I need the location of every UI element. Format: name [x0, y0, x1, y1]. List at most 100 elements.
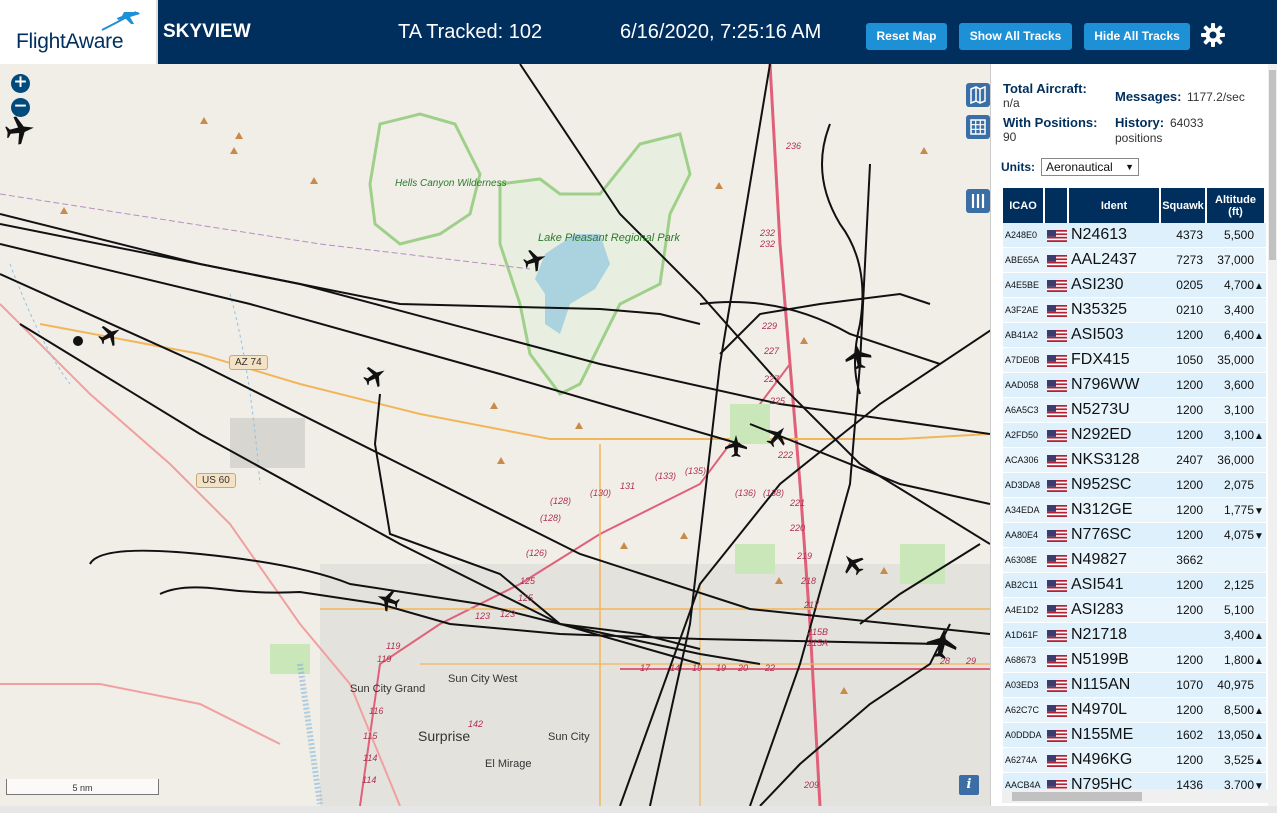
altitude-cell: 37,000 — [1207, 248, 1266, 273]
units-select[interactable]: Aeronautical ▼ — [1041, 158, 1139, 176]
reset-map-button[interactable]: Reset Map — [866, 23, 947, 50]
altitude-cell: 36,000 — [1207, 448, 1266, 473]
gear-icon[interactable] — [1200, 22, 1226, 48]
total-aircraft-label: Total Aircraft: — [1003, 81, 1087, 96]
messages-value: 1177.2/sec — [1187, 90, 1245, 104]
altitude-value: 4,700 — [1223, 278, 1254, 292]
with-positions-label: With Positions: — [1003, 115, 1098, 130]
aircraft-icon[interactable] — [94, 319, 126, 351]
info-button[interactable]: i — [959, 775, 979, 795]
table-row[interactable]: ABE65A AAL2437 7273 37,000 — [1003, 248, 1266, 273]
table-row[interactable]: A4E1D2 ASI283 1200 5,100 — [1003, 598, 1266, 623]
ident-cell: ASI283 — [1069, 598, 1161, 623]
altitude-cell: 5,500 — [1207, 223, 1266, 248]
show-all-tracks-button[interactable]: Show All Tracks — [959, 23, 1072, 50]
aircraft-table-container[interactable]: ICAO Ident Squawk Altitude (ft) A248E0 N2… — [1003, 188, 1266, 793]
aircraft-icon[interactable] — [725, 435, 747, 457]
altitude-trend-icon: ▲ — [1254, 431, 1264, 442]
aircraft-icon[interactable] — [837, 548, 869, 580]
flag-cell — [1045, 248, 1069, 273]
altitude-trend-icon: ▲ — [1254, 706, 1264, 717]
hide-all-tracks-button[interactable]: Hide All Tracks — [1084, 23, 1190, 50]
altitude-cell: 1,800▲ — [1207, 648, 1266, 673]
altitude-cell: 3,600 — [1207, 373, 1266, 398]
altitude-cell: 4,700▲ — [1207, 273, 1266, 298]
column-header-altitude[interactable]: Altitude (ft) — [1207, 188, 1266, 223]
grid-icon — [970, 119, 986, 135]
squawk-cell: 1200 — [1161, 648, 1207, 673]
table-row[interactable]: A03ED3 N115AN 1070 40,975 — [1003, 673, 1266, 698]
aircraft-icon[interactable] — [359, 360, 391, 392]
table-row[interactable]: A6A5C3 N5273U 1200 3,100 — [1003, 398, 1266, 423]
map-view[interactable]: 236 232 232 229 227 227 225 222 221 220 … — [0, 64, 990, 806]
ident-cell: AAL2437 — [1069, 248, 1161, 273]
table-row[interactable]: ACA306 NKS3128 2407 36,000 — [1003, 448, 1266, 473]
column-header-icao[interactable]: ICAO — [1003, 188, 1045, 223]
table-row[interactable]: A62C7C N4970L 1200 8,500▲ — [1003, 698, 1266, 723]
ident-cell: N4970L — [1069, 698, 1161, 723]
chevron-down-icon: ▼ — [1125, 162, 1134, 172]
flag-cell — [1045, 323, 1069, 348]
flag-cell — [1045, 523, 1069, 548]
sidebar-scroll-thumb[interactable] — [1269, 70, 1276, 260]
squawk-cell: 0210 — [1161, 298, 1207, 323]
table-row[interactable]: AA80E4 N776SC 1200 4,075▼ — [1003, 523, 1266, 548]
icao-cell: AAD058 — [1003, 373, 1045, 398]
with-positions-value: 90 — [1003, 130, 1017, 144]
table-row[interactable]: A0DDDA N155ME 1602 13,050▲ — [1003, 723, 1266, 748]
aircraft-icon[interactable] — [761, 420, 793, 452]
icao-cell: AB41A2 — [1003, 323, 1045, 348]
aircraft-icon[interactable] — [924, 625, 960, 661]
table-row[interactable]: A7DE0B FDX415 1050 35,000 — [1003, 348, 1266, 373]
table-row[interactable]: A2FD50 N292ED 1200 3,100▲ — [1003, 423, 1266, 448]
grid-overlay-button[interactable] — [966, 115, 990, 139]
column-toggle-button[interactable] — [966, 189, 990, 213]
table-row[interactable]: AAD058 N796WW 1200 3,600 — [1003, 373, 1266, 398]
table-row[interactable]: A68673 N5199B 1200 1,800▲ — [1003, 648, 1266, 673]
table-row[interactable]: AB2C11 ASI541 1200 2,125 — [1003, 573, 1266, 598]
aircraft-table-body: A248E0 N24613 4373 5,500 ABE65A AAL2437 7273 37… — [1003, 223, 1266, 793]
table-row[interactable]: A4E5BE ASI230 0205 4,700▲ — [1003, 273, 1266, 298]
icao-cell: A2FD50 — [1003, 423, 1045, 448]
flag-cell — [1045, 573, 1069, 598]
altitude-value: 1,800 — [1223, 653, 1254, 667]
table-row[interactable]: A1D61F N21718 3,400▲ — [1003, 623, 1266, 648]
us-flag-icon — [1047, 729, 1067, 742]
table-row[interactable]: A6274A N496KG 1200 3,525▲ — [1003, 748, 1266, 773]
ident-cell: N776SC — [1069, 523, 1161, 548]
us-flag-icon — [1047, 654, 1067, 667]
column-header-squawk[interactable]: Squawk — [1161, 188, 1207, 223]
aircraft-icon[interactable] — [520, 245, 550, 275]
current-datetime: 6/16/2020, 7:25:16 AM — [620, 21, 822, 43]
altitude-cell: 3,100▲ — [1207, 423, 1266, 448]
flag-cell — [1045, 373, 1069, 398]
zoom-out-button[interactable]: − — [11, 98, 30, 117]
altitude-value: 40,975 — [1217, 678, 1254, 692]
icao-cell: A1D61F — [1003, 623, 1045, 648]
table-row[interactable]: A34EDA N312GE 1200 1,775▼ — [1003, 498, 1266, 523]
altitude-cell: 1,775▼ — [1207, 498, 1266, 523]
us-flag-icon — [1047, 329, 1067, 342]
squawk-cell: 0205 — [1161, 273, 1207, 298]
table-row[interactable]: A3F2AE N35325 0210 3,400 — [1003, 298, 1266, 323]
column-header-flag[interactable] — [1045, 188, 1069, 223]
map-layers-button[interactable] — [966, 83, 990, 107]
top-header: FlightAware SKYVIEW TA Tracked: 102 6/16… — [0, 0, 1277, 64]
table-row[interactable]: AB41A2 ASI503 1200 6,400▲ — [1003, 323, 1266, 348]
zoom-in-button[interactable]: + — [11, 74, 30, 93]
altitude-value: 6,400 — [1223, 328, 1254, 342]
altitude-trend-icon: ▼ — [1254, 531, 1264, 542]
aircraft-icon[interactable] — [373, 585, 403, 615]
table-row[interactable]: A6308E N49827 3662 — [1003, 548, 1266, 573]
aircraft-icon[interactable] — [3, 113, 37, 147]
app-title: SKYVIEW — [163, 21, 251, 42]
aircraft-icon[interactable] — [842, 340, 874, 372]
flightaware-logo[interactable]: FlightAware — [0, 0, 158, 64]
ident-cell: N21718 — [1069, 623, 1161, 648]
table-row[interactable]: A248E0 N24613 4373 5,500 — [1003, 223, 1266, 248]
table-row[interactable]: AD3DA8 N952SC 1200 2,075 — [1003, 473, 1266, 498]
ident-cell: N312GE — [1069, 498, 1161, 523]
column-header-ident[interactable]: Ident — [1069, 188, 1161, 223]
altitude-cell: 2,125 — [1207, 573, 1266, 598]
table-scroll-thumb[interactable] — [1012, 792, 1142, 801]
